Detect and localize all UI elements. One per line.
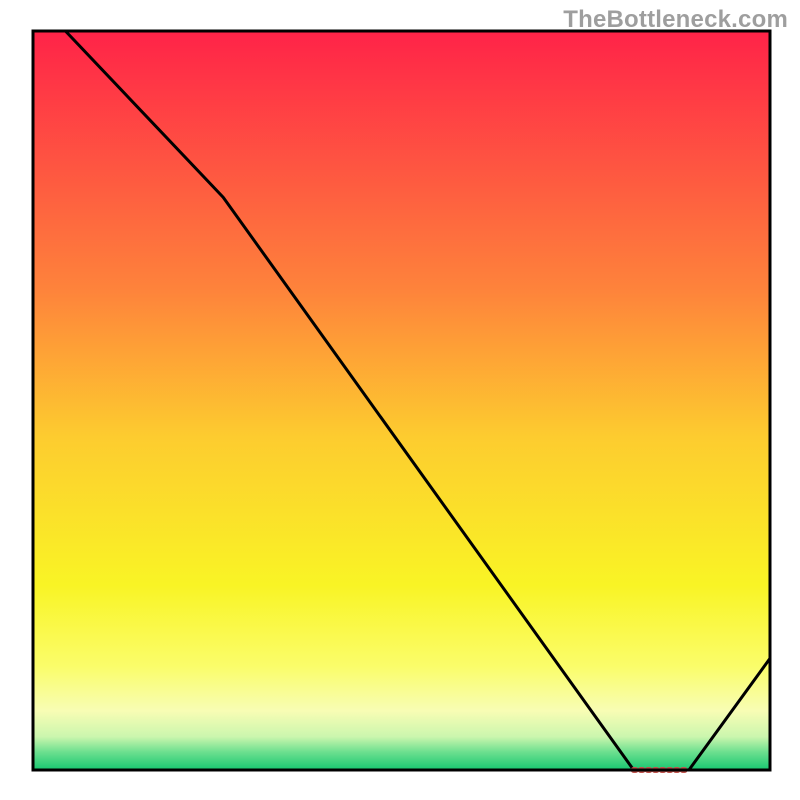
chart-svg (0, 0, 800, 800)
chart-container: TheBottleneck.com (0, 0, 800, 800)
plot-background (33, 31, 770, 770)
watermark-text: TheBottleneck.com (563, 6, 788, 34)
